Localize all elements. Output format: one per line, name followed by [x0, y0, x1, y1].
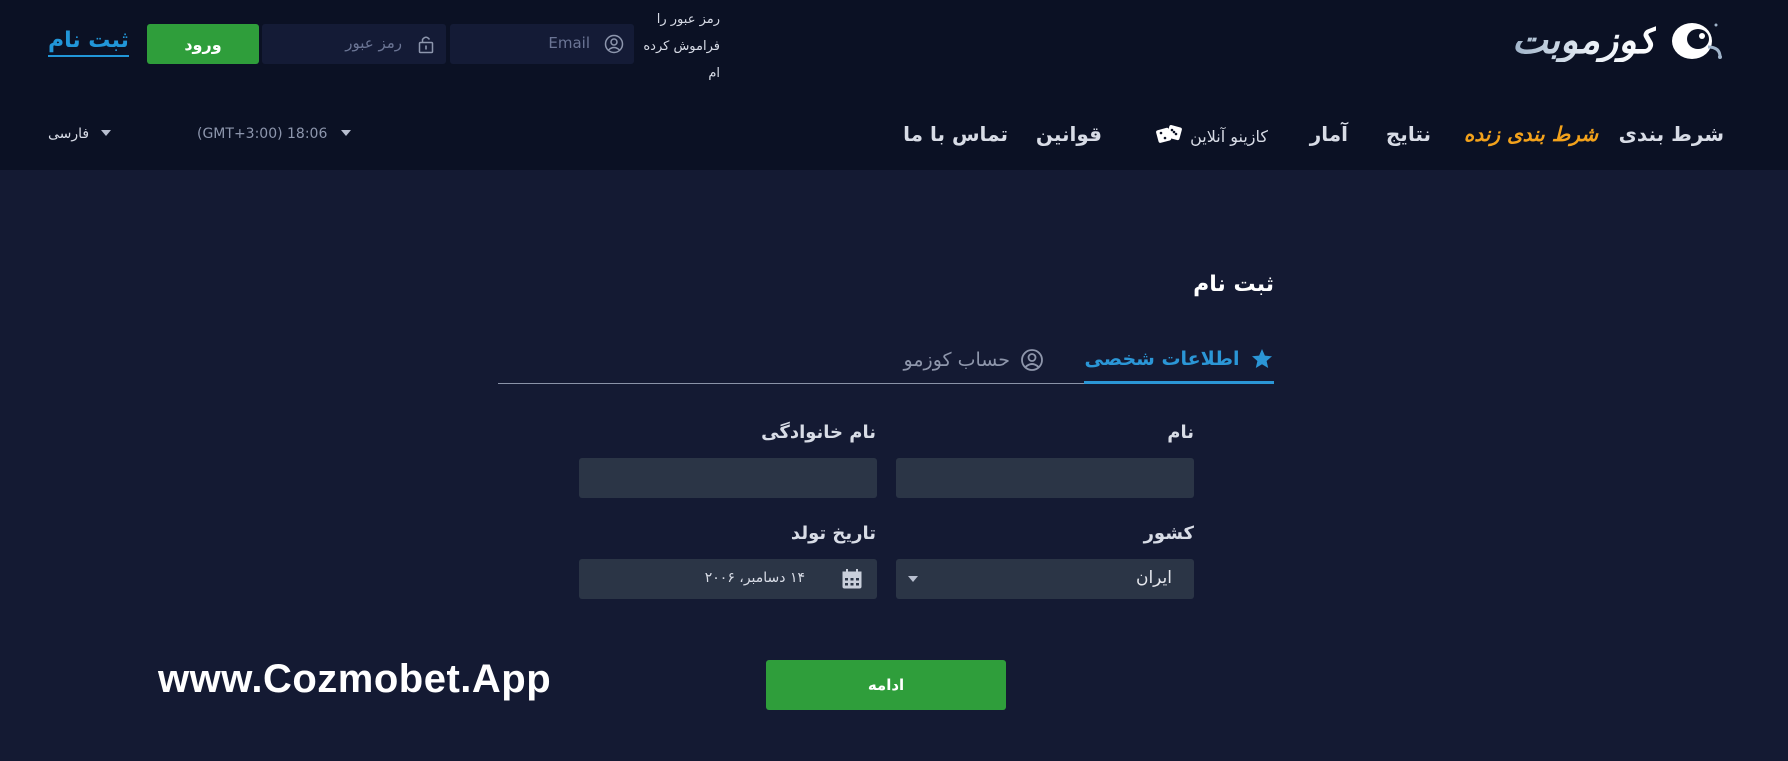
birthdate-field[interactable]: ۱۴ دسامبر، ۲۰۰۶ — [579, 559, 877, 599]
last-name-label: نام خانوادگی — [761, 422, 876, 443]
forgot-password-link[interactable]: رمز عبور را فراموش کرده ام — [640, 6, 720, 87]
nav-item-stats[interactable]: آمار — [1310, 122, 1348, 146]
password-placeholder: رمز عبور — [345, 34, 402, 52]
star-icon — [1251, 348, 1272, 368]
birthdate-label: تاریخ تولد — [790, 523, 876, 544]
country-label: کشور — [1143, 523, 1194, 544]
logo-text: کوزموبت — [1512, 18, 1657, 62]
timezone-value: (GMT+3:00) 18:06 — [197, 126, 328, 142]
nav-item-live-betting[interactable]: شرط بندی زنده — [1464, 122, 1598, 146]
continue-button[interactable]: ادامه — [766, 660, 1006, 710]
site-logo[interactable]: کوزموبت — [1484, 14, 1724, 66]
email-input[interactable]: Email — [450, 24, 634, 64]
main-nav: شرط بندی شرط بندی زنده نتایج آمار کازینو… — [0, 98, 1788, 170]
first-name-field[interactable] — [896, 458, 1194, 498]
astronaut-logo-icon — [1672, 23, 1722, 59]
login-button[interactable]: ورود — [147, 24, 259, 64]
email-placeholder: Email — [548, 34, 590, 52]
chevron-down-icon — [908, 576, 918, 582]
first-name-label: نام — [1167, 422, 1194, 443]
signup-link[interactable]: ثبت نام — [48, 28, 129, 57]
dice-icon — [1156, 125, 1182, 143]
tab-cozmo-account-label: حساب کوزمو — [903, 349, 1010, 371]
chevron-down-icon — [341, 130, 352, 136]
watermark-text: www.Cozmobet.App — [158, 657, 552, 701]
nav-item-online-casino-label: کازینو آنلاین — [1190, 127, 1268, 146]
tab-personal-info[interactable]: اطلاعات شخصی — [1084, 336, 1274, 384]
nav-item-contact[interactable]: تماس با ما — [903, 122, 1008, 146]
lock-icon — [418, 36, 434, 54]
chevron-down-icon — [101, 130, 112, 136]
password-input[interactable]: رمز عبور — [262, 24, 446, 64]
page-title: ثبت نام — [1193, 272, 1274, 297]
language-select[interactable]: فارسی — [48, 126, 112, 142]
top-header: کوزموبت رمز عبور را فراموش کرده ام Email… — [0, 0, 1788, 98]
language-value: فارسی — [48, 126, 90, 142]
user-circle-icon — [1021, 349, 1043, 371]
tab-cozmo-account[interactable]: حساب کوزمو — [904, 336, 1044, 384]
last-name-field[interactable] — [579, 458, 877, 498]
nav-item-online-casino[interactable]: کازینو آنلاین — [1155, 124, 1268, 146]
user-icon — [604, 34, 624, 54]
nav-item-rules[interactable]: قوانین — [1036, 122, 1102, 146]
country-value: ایران — [1135, 568, 1172, 588]
tab-personal-info-label: اطلاعات شخصی — [1084, 347, 1240, 370]
nav-item-results[interactable]: نتایج — [1386, 122, 1431, 146]
calendar-icon — [842, 569, 862, 589]
timezone-select[interactable]: (GMT+3:00) 18:06 — [197, 126, 352, 142]
registration-tabs: اطلاعات شخصی حساب کوزمو — [498, 324, 1274, 384]
birthdate-value: ۱۴ دسامبر، ۲۰۰۶ — [704, 570, 805, 586]
nav-item-betting[interactable]: شرط بندی — [1619, 122, 1724, 146]
country-select[interactable]: ایران — [896, 559, 1194, 599]
